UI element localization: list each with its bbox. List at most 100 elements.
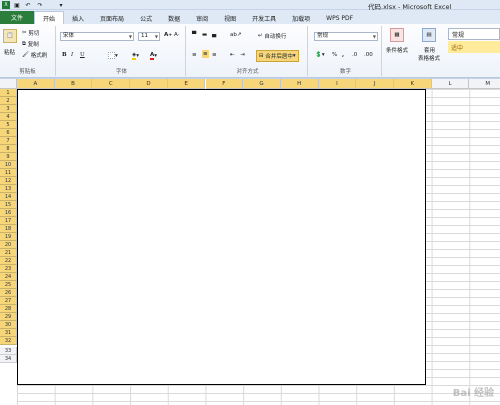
tab-addins[interactable]: 加载项 [284, 12, 318, 24]
tab-developer[interactable]: 开发工具 [244, 12, 284, 24]
tab-insert[interactable]: 插入 [64, 12, 92, 24]
row-header-24[interactable]: 24 [0, 273, 17, 281]
fill-color-button[interactable]: ◈ ▾ [132, 52, 139, 60]
row-header-16[interactable]: 16 [0, 209, 17, 217]
row-header-13[interactable]: 13 [0, 185, 17, 193]
row-header-20[interactable]: 20 [0, 241, 17, 249]
tab-review[interactable]: 审阅 [188, 12, 216, 24]
column-header-k[interactable]: K [394, 79, 432, 89]
column-header-i[interactable]: I [318, 79, 357, 89]
row-header-29[interactable]: 29 [0, 313, 17, 321]
row-header-9[interactable]: 9 [0, 153, 17, 161]
row-header-12[interactable]: 12 [0, 177, 17, 185]
column-header-g[interactable]: G [243, 79, 281, 89]
row-header-22[interactable]: 22 [0, 257, 17, 265]
customize-toolbar-icon[interactable]: ▾ [56, 1, 66, 9]
row-header-25[interactable]: 25 [0, 281, 17, 289]
worksheet-grid[interactable]: ABCDEFGHIJKLM 1 2 3 4 5 6 7 8 9 10 11 12 13 14 15 16 17 1… [0, 79, 500, 405]
comma-button[interactable]: , [342, 52, 344, 58]
column-header-d[interactable]: D [130, 79, 168, 89]
column-header-f[interactable]: F [205, 79, 244, 89]
row-header-19[interactable]: 19 [0, 233, 17, 241]
save-icon[interactable]: ▣ [13, 1, 21, 9]
increase-decimal-button[interactable]: .0 [352, 52, 357, 58]
font-name-select[interactable]: 宋体 ▼ [60, 32, 134, 41]
underline-button[interactable]: U [80, 52, 85, 58]
decrease-indent-button[interactable]: ⇤ [230, 52, 235, 58]
borders-button[interactable]: ▾ [108, 52, 118, 59]
row-header-21[interactable]: 21 [0, 249, 17, 257]
column-header-j[interactable]: J [356, 79, 394, 89]
percent-button[interactable]: % [332, 52, 337, 58]
conditional-format-button[interactable]: 条件格式 [386, 46, 408, 54]
column-header-m[interactable]: M [469, 79, 500, 89]
style-normal[interactable]: 常规 [448, 28, 500, 40]
row-header-3[interactable]: 3 [0, 105, 17, 113]
row-header-34[interactable]: 34 [0, 355, 17, 363]
align-left-button[interactable]: ≡ [192, 52, 197, 58]
copy-button[interactable]: ⧉ 复制 [22, 40, 39, 49]
row-header-26[interactable]: 26 [0, 289, 17, 297]
row-header-18[interactable]: 18 [0, 225, 17, 233]
format-as-table-button[interactable]: 套用 [424, 46, 435, 54]
number-format-select[interactable]: 常规 ▼ [314, 32, 378, 41]
orientation-button[interactable]: ab↗ [230, 32, 241, 38]
paste-button[interactable]: 粘贴 [4, 48, 15, 56]
row-header-33[interactable]: 33 [0, 347, 17, 355]
align-middle-button[interactable]: ▬ [202, 32, 207, 38]
row-header-27[interactable]: 27 [0, 297, 17, 305]
row-header-15[interactable]: 15 [0, 201, 17, 209]
row-header-11[interactable]: 11 [0, 169, 17, 177]
row-header-17[interactable]: 17 [0, 217, 17, 225]
align-center-button[interactable]: ≡ [202, 50, 209, 58]
shrink-font-button[interactable]: A- [174, 32, 179, 38]
row-header-23[interactable]: 23 [0, 265, 17, 273]
column-header-e[interactable]: E [167, 79, 206, 89]
merge-center-button[interactable]: ⊟ 合并后居中 ▾ [256, 50, 299, 62]
tab-home[interactable]: 开始 [34, 11, 65, 24]
row-header-31[interactable]: 31 [0, 329, 17, 337]
align-right-button[interactable]: ≡ [212, 52, 217, 58]
align-bottom-button[interactable]: ▄ [212, 32, 216, 38]
selected-range[interactable] [17, 89, 426, 385]
row-header-2[interactable]: 2 [0, 97, 17, 105]
style-neutral[interactable]: 适中 [448, 41, 500, 53]
decrease-decimal-button[interactable]: .00 [364, 52, 373, 58]
column-header-l[interactable]: L [431, 79, 470, 89]
row-header-30[interactable]: 30 [0, 321, 17, 329]
column-header-c[interactable]: C [92, 79, 131, 89]
undo-icon[interactable]: ↶ [24, 1, 32, 9]
tab-page-layout[interactable]: 页面布局 [92, 12, 132, 24]
redo-icon[interactable]: ↷ [36, 1, 44, 9]
cut-button[interactable]: ✂ 剪切 [22, 29, 39, 37]
increase-indent-button[interactable]: ⇥ [240, 52, 245, 58]
row-header-32[interactable]: 32 [0, 337, 17, 345]
tab-formulas[interactable]: 公式 [132, 12, 160, 24]
tab-view[interactable]: 视图 [216, 12, 244, 24]
row-header-10[interactable]: 10 [0, 161, 17, 169]
grow-font-button[interactable]: A + [164, 32, 172, 38]
bold-button[interactable]: B [62, 52, 67, 58]
row-header-7[interactable]: 7 [0, 137, 17, 145]
format-painter-button[interactable]: 🖌 格式刷 [22, 51, 47, 59]
row-header-14[interactable]: 14 [0, 193, 17, 201]
paste-icon[interactable]: 📋 [3, 29, 17, 43]
tab-file[interactable]: 文件 [0, 11, 35, 24]
row-header-5[interactable]: 5 [0, 121, 17, 129]
font-size-select[interactable]: 11 ▼ [138, 32, 160, 41]
column-header-a[interactable]: A [17, 79, 55, 89]
row-header-28[interactable]: 28 [0, 305, 17, 313]
column-header-b[interactable]: B [54, 79, 93, 89]
tab-data[interactable]: 数据 [160, 12, 188, 24]
select-all-corner[interactable] [0, 79, 17, 89]
font-color-button[interactable]: A ▾ [150, 52, 157, 60]
row-header-4[interactable]: 4 [0, 113, 17, 121]
wrap-text-button[interactable]: ↵ 自动换行 [258, 32, 286, 40]
currency-button[interactable]: 💲▾ [315, 52, 325, 58]
row-header-8[interactable]: 8 [0, 145, 17, 153]
row-header-6[interactable]: 6 [0, 129, 17, 137]
row-header-1[interactable]: 1 [0, 89, 17, 97]
column-header-h[interactable]: H [280, 79, 319, 89]
italic-button[interactable]: I [71, 52, 73, 58]
align-top-button[interactable]: ▀ [192, 32, 196, 38]
